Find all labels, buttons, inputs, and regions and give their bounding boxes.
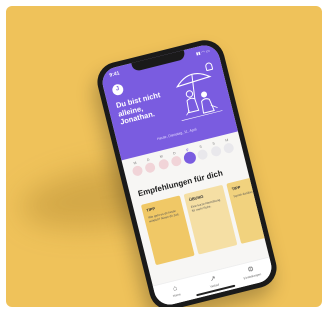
status-time: 9:41 — [108, 70, 121, 79]
nav-home[interactable]: ⌂ Home — [160, 282, 192, 301]
greeting-heading: Du bist nicht alleine, Jonathan. — [115, 90, 162, 127]
profile-avatar-button[interactable]: J — [111, 83, 125, 97]
day-dot — [157, 158, 170, 171]
nav-settings[interactable]: ⚙ Einstellungen — [235, 263, 267, 282]
umbrella-illustration — [176, 73, 223, 121]
phone-mockup: 9:41 ▮▮ ◠ ▭ J Du bist nicht alleine, Jon… — [93, 36, 281, 307]
day-dot — [170, 155, 183, 168]
card-label: TIPP — [231, 184, 241, 192]
day-dot — [144, 161, 157, 174]
day-dot — [130, 164, 144, 178]
status-icons: ▮▮ ◠ ▭ — [195, 47, 211, 57]
day-dot — [222, 142, 235, 155]
day-dot — [209, 145, 222, 158]
bottom-navigation: ⌂ Home ↗ Verlauf ⚙ Einstellungen — [152, 256, 275, 307]
app-screen: 9:41 ▮▮ ◠ ▭ J Du bist nicht alleine, Jon… — [99, 42, 275, 307]
backdrop: 9:41 ▮▮ ◠ ▭ J Du bist nicht alleine, Jon… — [6, 6, 322, 307]
day-dot — [196, 148, 209, 161]
day-item[interactable]: M — [220, 137, 236, 155]
